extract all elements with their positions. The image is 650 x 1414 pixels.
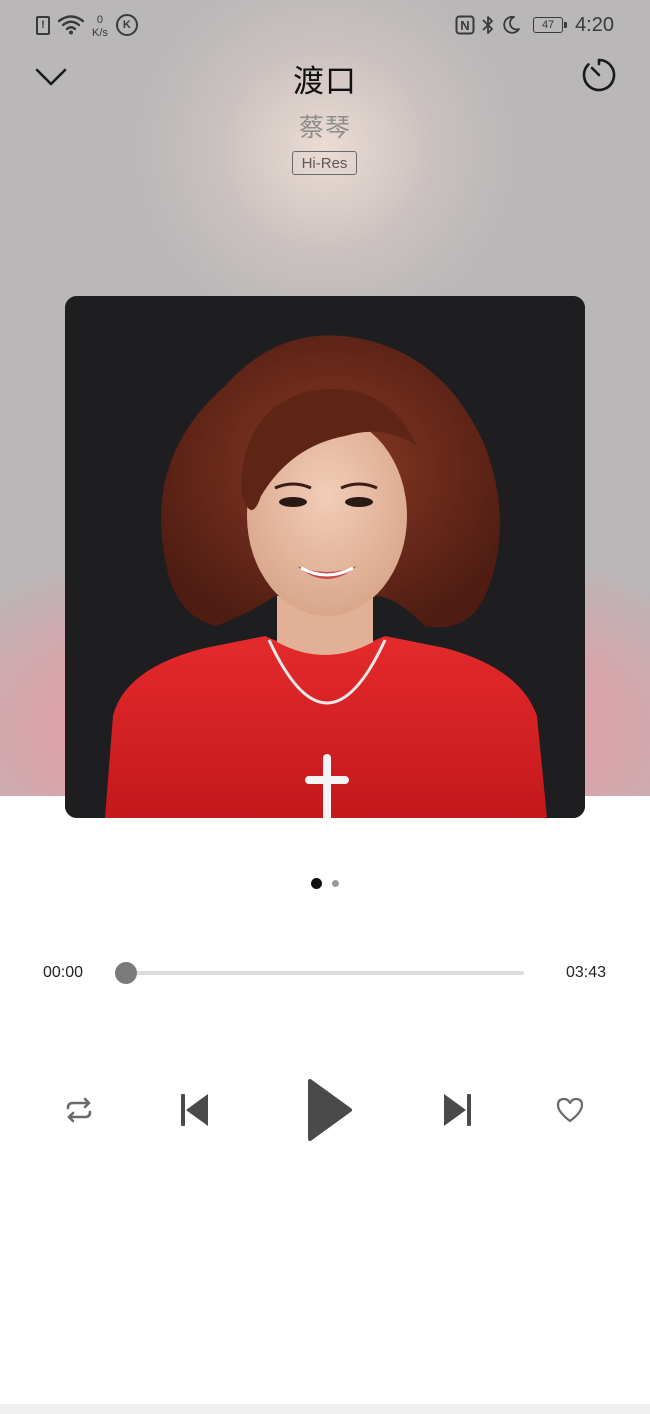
page-indicator: [0, 878, 650, 889]
wifi-icon: [58, 15, 84, 35]
heart-outline-icon: [556, 1097, 584, 1123]
bottom-edge: [0, 1404, 650, 1414]
repeat-button[interactable]: [58, 1090, 100, 1130]
sim-alert-icon: !: [36, 15, 50, 35]
skip-previous-icon: [181, 1094, 208, 1126]
nfc-icon: N: [455, 15, 475, 35]
total-time: 03:43: [565, 964, 606, 981]
artist-name[interactable]: 蔡琴: [0, 108, 650, 144]
k-app-icon: K: [115, 14, 138, 36]
battery-level: 47: [541, 19, 555, 31]
k-app-glyph: K: [122, 19, 131, 31]
status-left-group: ! 0 K/s K: [36, 10, 138, 40]
sleep-timer-button[interactable]: [580, 56, 618, 94]
album-cover[interactable]: [65, 296, 585, 818]
current-time: 00:00: [43, 964, 84, 981]
favorite-button[interactable]: [550, 1090, 590, 1130]
repeat-icon: [66, 1097, 92, 1123]
play-button[interactable]: [294, 1072, 358, 1148]
battery-icon: 47: [533, 17, 568, 33]
play-icon: [308, 1079, 352, 1141]
sleep-timer-icon: [582, 58, 616, 92]
status-bar: ! 0 K/s K N 47 4:20: [0, 0, 650, 48]
nfc-glyph: N: [460, 18, 469, 33]
seek-thumb[interactable]: [115, 962, 137, 984]
status-time: 4:20: [575, 13, 614, 36]
network-speed-unit: K/s: [92, 27, 108, 39]
seek-bar[interactable]: [115, 962, 524, 984]
network-speed: 0 K/s: [92, 14, 108, 40]
next-track-button[interactable]: [436, 1088, 480, 1132]
status-right-group: N 47 4:20: [455, 10, 614, 40]
song-title: 渡口: [293, 64, 357, 99]
page-dot-inactive[interactable]: [332, 880, 339, 887]
bluetooth-icon: [482, 16, 493, 34]
page-dot-active[interactable]: [311, 878, 322, 889]
album-cover-portrait: [65, 296, 585, 818]
sim-alert-glyph: !: [41, 19, 45, 31]
skip-next-icon: [444, 1094, 471, 1126]
network-speed-value: 0: [96, 14, 104, 26]
previous-track-button[interactable]: [172, 1088, 216, 1132]
hi-res-badge: Hi-Res: [292, 151, 357, 175]
moon-icon: [503, 15, 520, 34]
